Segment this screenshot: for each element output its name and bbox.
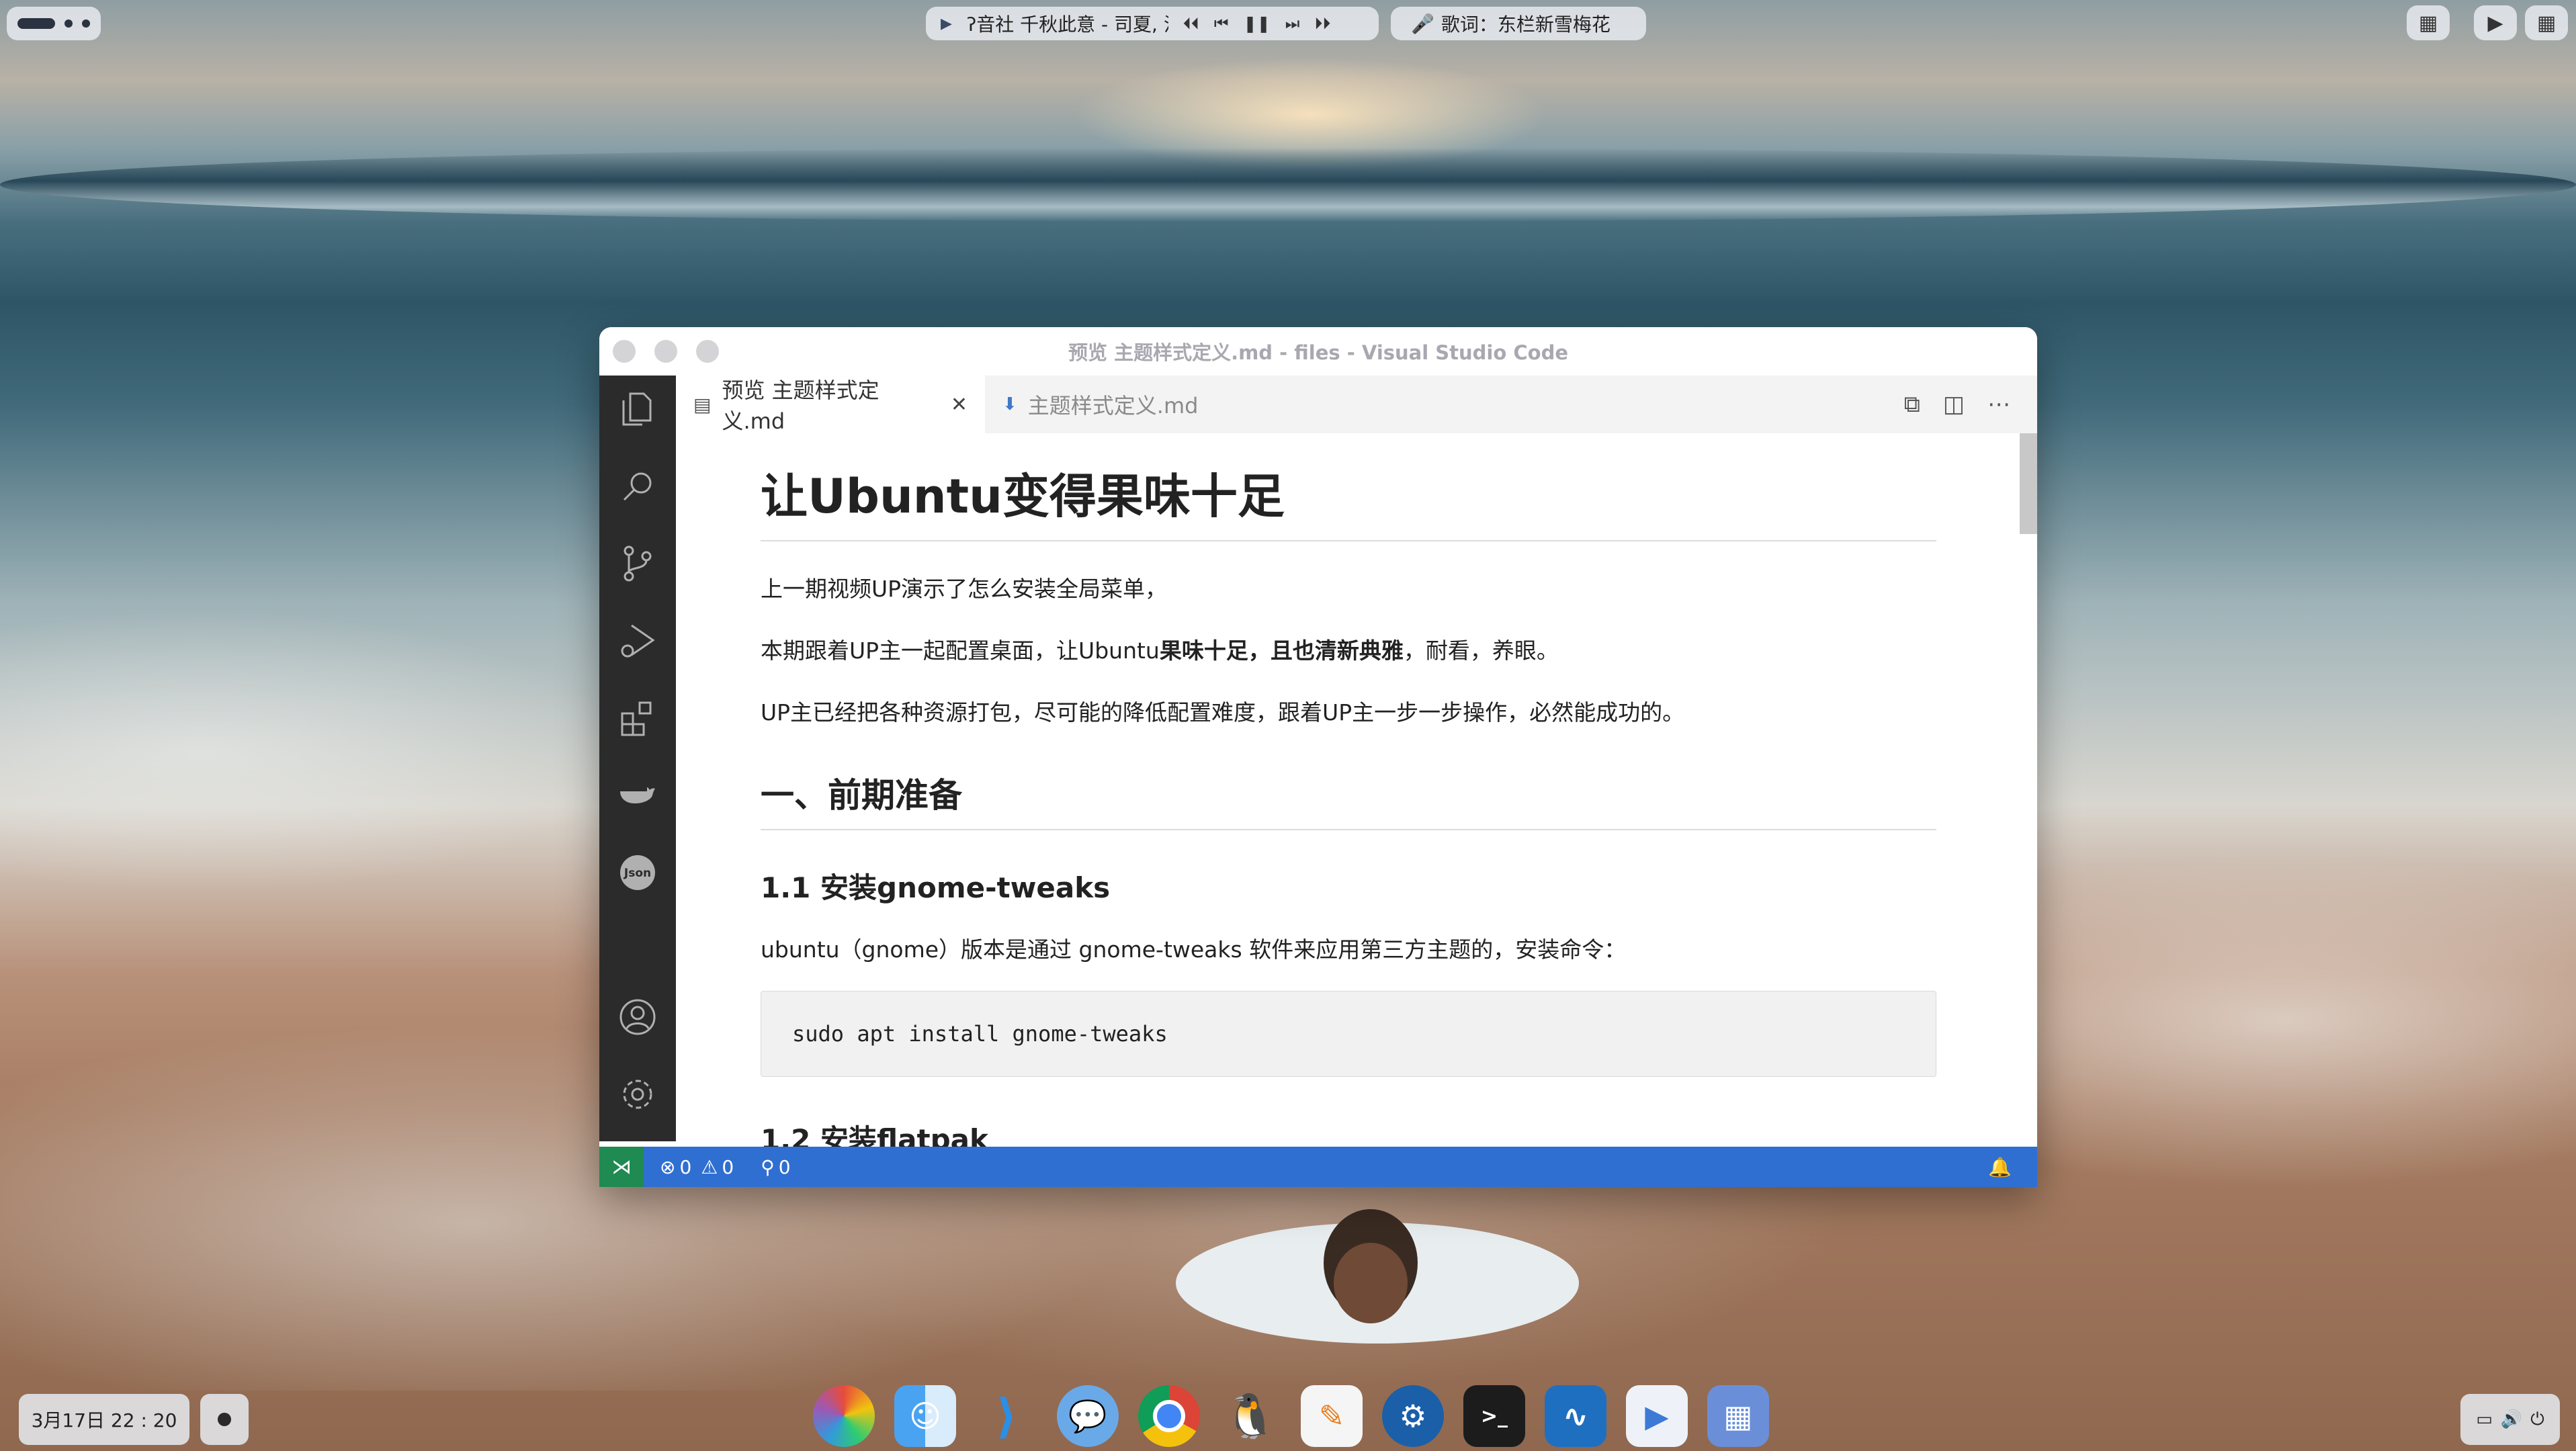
app-icon[interactable]: ▦ (1707, 1385, 1769, 1447)
volume-icon[interactable]: 🔊 (2501, 1409, 2522, 1430)
window-icon[interactable]: ▭ (2476, 1409, 2493, 1430)
warning-icon[interactable]: ⚠ (701, 1156, 718, 1178)
tab-preview[interactable]: ▤ 预览 主题样式定义.md ✕ (676, 376, 985, 434)
close-window-button[interactable] (613, 340, 636, 363)
record-dot-icon (218, 1413, 231, 1426)
pause-icon[interactable]: ❚❚ (1244, 14, 1271, 33)
docker-icon[interactable] (617, 775, 658, 816)
microphone-icon: 🎤 (1411, 12, 1434, 35)
grid-menu-icon[interactable]: ▦ (2525, 5, 2568, 40)
activities-button[interactable] (7, 7, 101, 40)
tab-label: 预览 主题样式定义.md (722, 378, 879, 434)
more-actions-icon[interactable]: ⋯ (1987, 391, 2010, 418)
power-icon[interactable]: ⏻ (2530, 1409, 2544, 1430)
system-monitor-icon[interactable]: ∿ (1545, 1385, 1606, 1447)
ports-icon[interactable]: ⚲ (761, 1156, 775, 1178)
minimize-window-button[interactable] (654, 340, 677, 363)
remote-icon[interactable]: ⋊ (599, 1147, 644, 1187)
scrollbar-thumb[interactable] (2020, 433, 2037, 534)
wechat-icon[interactable]: 💬 (1057, 1385, 1119, 1447)
lyric-widget[interactable]: 🎤 歌词：东栏新雪梅花 (1391, 7, 1646, 40)
account-icon[interactable] (617, 997, 658, 1037)
vscode-window: 预览 主题样式定义.md - files - Visual Studio Cod… (599, 327, 2037, 1187)
video-player-icon[interactable]: ▶ (1626, 1385, 1688, 1447)
lyric-text: 歌词：东栏新雪梅花 (1441, 13, 1611, 36)
open-source-icon[interactable]: ⧉ (1904, 391, 1920, 418)
run-debug-icon[interactable] (617, 621, 658, 661)
record-button[interactable] (200, 1394, 249, 1445)
close-icon[interactable]: ✕ (951, 393, 968, 416)
text-editor-icon[interactable]: ✎ (1301, 1385, 1363, 1447)
window-title: 预览 主题样式定义.md - files - Visual Studio Cod… (1068, 341, 1569, 364)
errors-icon[interactable]: ⊗ (660, 1156, 675, 1178)
doc-heading-3: 1.2 安装flatpak (761, 1123, 988, 1147)
split-editor-icon[interactable]: ◫ (1943, 391, 1965, 418)
source-control-icon[interactable] (617, 543, 658, 584)
maximize-window-button[interactable] (696, 340, 719, 363)
editor-actions: ⧉ ◫ ⋯ (1904, 376, 2010, 433)
vscode-icon[interactable]: ⟩ (976, 1385, 1037, 1447)
fast-forward-icon[interactable]: ⏵⏵ (1314, 14, 1330, 33)
previous-track-icon[interactable]: ⏮ (1214, 14, 1229, 33)
play-icon[interactable]: ▶ (941, 15, 952, 32)
next-track-icon[interactable]: ⏭ (1285, 14, 1300, 33)
music-widget[interactable]: ▶ ʔ音社 千秋此意 - 司夏, 泛 ⏴⏴ ⏮ ❚❚ ⏭ ⏵⏵ (926, 7, 1379, 40)
markdown-icon: ⬇ (1002, 394, 1017, 414)
bell-icon[interactable]: 🔔 (1988, 1156, 2012, 1178)
steam-icon[interactable]: ⚙ (1382, 1385, 1444, 1447)
doc-heading-2: 一、前期准备 (761, 768, 1936, 830)
tab-label: 主题样式定义.md (1027, 393, 1199, 419)
system-tray[interactable]: ▭ 🔊 ⏻ (2460, 1394, 2560, 1445)
search-icon[interactable] (617, 466, 658, 507)
warning-count[interactable]: 0 (722, 1156, 734, 1178)
activity-bar: Json (599, 376, 676, 1141)
qq-icon[interactable]: 🐧 (1219, 1385, 1281, 1447)
music-title: ʔ音社 千秋此意 - 司夏, 泛 (966, 13, 1168, 36)
doc-paragraph: ubuntu（gnome）版本是通过 gnome-tweaks 软件来应用第三方… (761, 936, 1627, 963)
status-bar: ⋊ ⊗ 0 ⚠ 0 ⚲ 0 🔔 (599, 1147, 2037, 1187)
markdown-preview[interactable]: 让Ubuntu变得果味十足 上一期视频UP演示了怎么安装全局菜单， 本期跟着UP… (676, 433, 2037, 1147)
doc-paragraph: 本期跟着UP主一起配置桌面，让Ubuntu果味十足，且也清新典雅，耐看，养眼。 (761, 637, 1559, 664)
doc-bold-text: 果味十足，且也清新典雅 (1159, 637, 1404, 664)
chrome-icon[interactable] (1138, 1385, 1200, 1447)
doc-paragraph: UP主已经把各种资源打包，尽可能的降低配置难度，跟着UP主一步一步操作，必然能成… (761, 699, 1685, 726)
ports-count[interactable]: 0 (779, 1156, 791, 1178)
dock: ☺ ⟩ 💬 🐧 ✎ ⚙ >_ ∿ ▶ ▦ (813, 1385, 1769, 1447)
files-icon[interactable] (617, 389, 658, 429)
error-count[interactable]: 0 (679, 1156, 691, 1178)
tab-bar: ▤ 预览 主题样式定义.md ✕ ⬇ 主题样式定义.md ⧉ ◫ ⋯ (676, 376, 2037, 434)
terminal-icon[interactable]: >_ (1463, 1385, 1525, 1447)
title-bar[interactable]: 预览 主题样式定义.md - files - Visual Studio Cod… (599, 327, 2037, 376)
code-block[interactable]: sudo apt install gnome-tweaks (761, 991, 1936, 1077)
rewind-icon[interactable]: ⏴⏴ (1183, 14, 1199, 33)
preview-icon: ▤ (693, 393, 712, 416)
color-picker-icon[interactable] (813, 1385, 875, 1447)
background-wave (0, 148, 2576, 222)
tab-markdown[interactable]: ⬇ 主题样式定义.md (985, 376, 1247, 433)
json-label: Json (624, 867, 651, 880)
settings-icon[interactable] (617, 1074, 658, 1114)
screen-record-icon[interactable]: ▶ (2474, 5, 2517, 40)
datetime-widget[interactable]: 3月17日 22 : 20 (19, 1394, 189, 1445)
qr-code-icon[interactable]: ▦ (2407, 5, 2450, 40)
json-icon[interactable]: Json (617, 852, 658, 893)
doc-paragraph: 上一期视频UP演示了怎么安装全局菜单， (761, 576, 1168, 602)
finder-icon[interactable]: ☺ (894, 1385, 956, 1447)
doc-heading-3: 1.1 安装gnome-tweaks (761, 871, 1111, 904)
background-person (1176, 1209, 1579, 1344)
doc-heading-1: 让Ubuntu变得果味十足 (761, 459, 1936, 541)
extensions-icon[interactable] (617, 698, 658, 738)
